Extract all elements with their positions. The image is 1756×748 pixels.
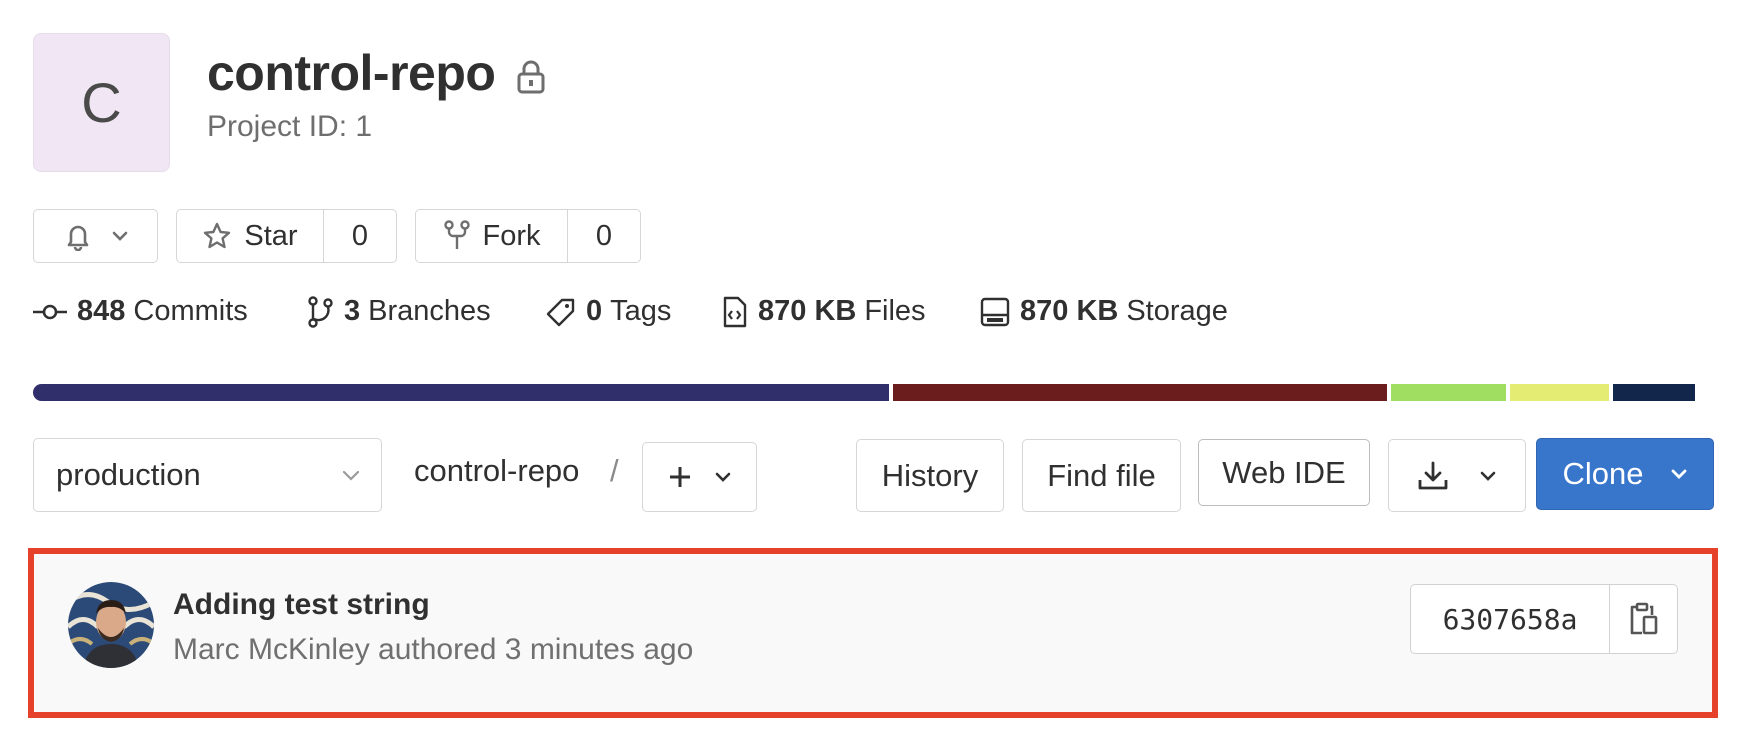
files-stat[interactable]: 870 KB Files	[722, 295, 926, 328]
language-segment[interactable]	[1391, 384, 1506, 401]
commit-title[interactable]: Adding test string	[173, 588, 430, 622]
fork-icon	[443, 220, 471, 252]
star-count[interactable]: 0	[323, 210, 396, 262]
project-avatar-letter: C	[81, 71, 122, 134]
language-segment[interactable]	[1613, 384, 1695, 401]
plus-icon	[668, 465, 692, 489]
add-to-tree-button[interactable]	[642, 442, 757, 512]
clone-label: Clone	[1562, 456, 1644, 491]
download-button[interactable]	[1388, 439, 1526, 512]
breadcrumb-separator: /	[610, 453, 619, 488]
clipboard-icon	[1629, 602, 1659, 636]
fork-count[interactable]: 0	[567, 210, 640, 262]
language-segment[interactable]	[1510, 384, 1609, 401]
web-ide-button[interactable]: Web IDE	[1198, 439, 1370, 506]
clone-button[interactable]: Clone	[1536, 438, 1714, 510]
chevron-down-icon	[714, 471, 732, 483]
notification-button[interactable]	[33, 209, 158, 263]
tags-count: 0	[586, 295, 603, 327]
commits-label: Commits	[133, 295, 248, 327]
chevron-down-icon	[1479, 470, 1497, 482]
project-avatar[interactable]: C	[33, 33, 170, 172]
repository-languages-bar	[33, 384, 1699, 401]
branch-icon	[308, 295, 334, 328]
branch-name: production	[56, 457, 201, 492]
chevron-down-icon	[341, 468, 361, 482]
branches-label: Branches	[368, 295, 491, 327]
project-id: Project ID: 1	[207, 110, 373, 143]
commits-count: 848	[77, 295, 126, 327]
storage-stat[interactable]: 870 KB Storage	[980, 295, 1228, 328]
files-label: Files	[864, 295, 926, 327]
chevron-down-icon	[1670, 468, 1688, 480]
star-button[interactable]: Star 0	[176, 209, 397, 263]
commit-sha-group: 6307658a	[1410, 584, 1678, 654]
branch-selector[interactable]: production	[33, 438, 382, 512]
find-file-button[interactable]: Find file	[1022, 439, 1181, 512]
breadcrumb-repo[interactable]: control-repo	[414, 453, 579, 489]
star-icon	[202, 221, 232, 251]
commit-author-meta: Marc McKinley authored 3 minutes ago	[173, 633, 694, 666]
tag-icon	[546, 297, 576, 327]
commit-sha[interactable]: 6307658a	[1411, 585, 1610, 653]
file-code-icon	[722, 296, 748, 328]
fork-label: Fork	[482, 219, 541, 252]
commits-stat[interactable]: 848 Commits	[33, 295, 248, 328]
history-button[interactable]: History	[856, 439, 1004, 512]
storage-size: 870 KB	[1020, 295, 1119, 327]
chevron-down-icon	[111, 230, 129, 242]
disk-icon	[980, 297, 1010, 327]
project-title: control-repo	[207, 45, 496, 101]
star-label: Star	[244, 219, 298, 252]
branches-count: 3	[344, 295, 361, 327]
branches-stat[interactable]: 3 Branches	[308, 295, 491, 328]
copy-sha-button[interactable]	[1610, 585, 1677, 653]
fork-button[interactable]: Fork 0	[415, 209, 641, 263]
bell-icon	[63, 221, 93, 251]
language-segment[interactable]	[893, 384, 1387, 401]
tags-label: Tags	[610, 295, 672, 327]
language-segment[interactable]	[33, 384, 889, 401]
author-avatar[interactable]	[68, 582, 154, 668]
download-icon	[1417, 460, 1449, 492]
commit-icon	[33, 302, 67, 322]
storage-label: Storage	[1126, 295, 1228, 327]
lock-icon	[516, 60, 546, 94]
tags-stat[interactable]: 0 Tags	[546, 295, 671, 328]
files-size: 870 KB	[758, 295, 857, 327]
